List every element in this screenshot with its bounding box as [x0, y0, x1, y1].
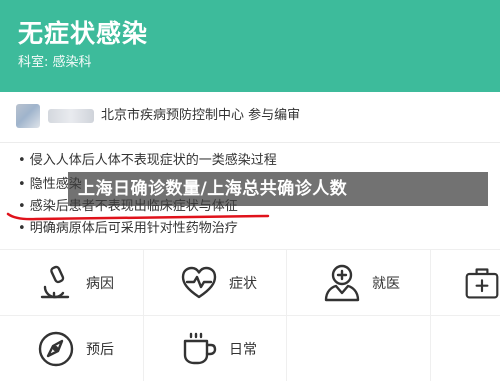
overlay-title: 上海日确诊数量/上海总共确诊人数: [78, 179, 348, 199]
cup-icon: [183, 332, 217, 364]
page-title: 无症状感染: [18, 19, 149, 48]
nav-item-treatment[interactable]: 就医: [286, 250, 430, 315]
nav-label: 病因: [86, 275, 114, 292]
avatar: [16, 104, 40, 128]
nav-item-first-aid[interactable]: [430, 250, 500, 315]
microscope-icon: [40, 265, 70, 298]
review-source: 北京市疾病预防控制中心 参与编审: [101, 108, 301, 123]
page-header: 无症状感染 科室: 感染科: [0, 0, 500, 92]
nav-label: 日常: [229, 341, 257, 358]
nav-item-daily-care[interactable]: 日常: [143, 316, 286, 381]
department-label: 科室: 感染科: [18, 55, 92, 70]
compass-icon: [38, 331, 74, 366]
nav-label: 预后: [86, 341, 114, 358]
medical-kit-icon: [465, 267, 499, 298]
nav-label: 症状: [229, 275, 257, 292]
heartbeat-icon: [181, 266, 217, 298]
nav-item-cause[interactable]: 病因: [0, 250, 143, 315]
doctor-icon: [324, 264, 360, 301]
source-row[interactable]: 北京市疾病预防控制中心 参与编审: [0, 92, 500, 143]
symptom-item: • 侵入人体后人体不表现症状的一类感染过程: [18, 153, 277, 168]
red-underline-mark: [6, 212, 270, 221]
blurred-author-name: [48, 109, 94, 123]
nav-item-prognosis[interactable]: 预后: [0, 316, 143, 381]
nav-item-symptoms[interactable]: 症状: [143, 250, 286, 315]
nav-label: 就医: [372, 275, 400, 292]
symptom-item: • 明确病原体后可采用针对性药物治疗: [18, 221, 238, 236]
